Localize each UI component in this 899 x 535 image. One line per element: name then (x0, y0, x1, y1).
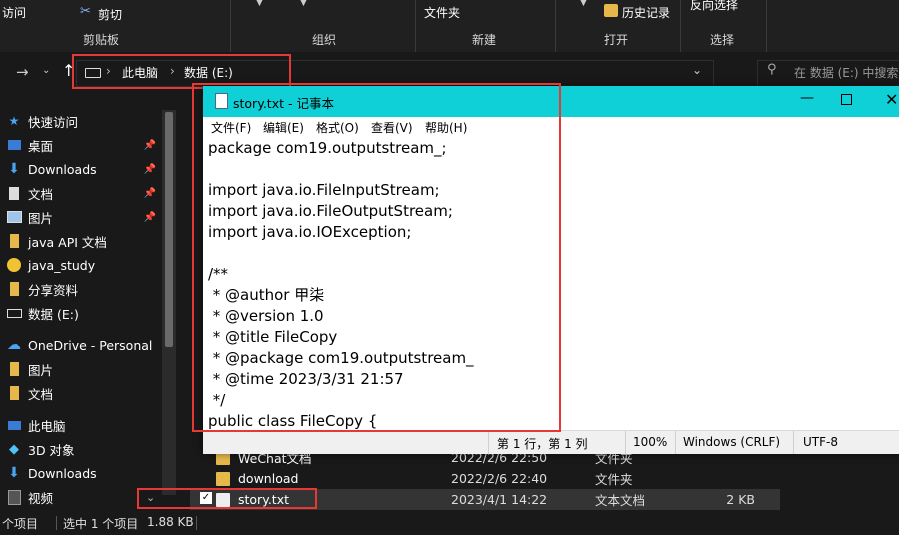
emoji-folder-icon (6, 257, 22, 273)
file-row[interactable]: download 2022/2/6 22:40 文件夹 (190, 468, 780, 489)
history-icon (604, 4, 618, 17)
file-highlight-box (137, 488, 317, 509)
pin-icon[interactable]: 📌 (144, 212, 156, 223)
sidebar-item-onedrive-pictures[interactable]: 图片 (0, 357, 176, 381)
sidebar-item-label: 文档 (28, 186, 54, 202)
sidebar-item-quick-access[interactable]: ★ 快速访问 (0, 109, 176, 133)
sidebar-item-label: 分享资料 (28, 282, 79, 298)
sidebar-item-java-api[interactable]: java API 文档 (0, 229, 176, 253)
new-folder-button[interactable]: 文件夹 (424, 4, 460, 21)
selection-size: 1.88 KB (147, 515, 194, 529)
status-bar: 个项目 选中 1 个项目 1.88 KB (0, 512, 899, 535)
invert-selection-button[interactable]: 反向选择 (690, 0, 738, 13)
sidebar-item-3d-objects[interactable]: ◆ 3D 对象 (0, 437, 176, 461)
star-icon: ★ (8, 114, 20, 128)
open-group-label: 打开 (604, 33, 629, 47)
pin-icon[interactable]: 📌 (144, 188, 156, 199)
maximize-icon[interactable] (841, 94, 852, 105)
sidebar-item-label: 图片 (28, 362, 54, 378)
line-ending: Windows (CRLF) (683, 435, 781, 449)
sidebar-item-label: Downloads (28, 161, 97, 177)
address-dropdown-icon[interactable]: ⌄ (692, 63, 702, 77)
sidebar-item-label: java_study (28, 257, 96, 273)
item-count: 个项目 (2, 517, 39, 531)
sidebar-item-share[interactable]: 分享资料 (0, 277, 176, 301)
sidebar-item-label: OneDrive - Personal (28, 337, 153, 353)
sidebar-item-onedrive-documents[interactable]: 文档 (0, 381, 176, 405)
sidebar-item-desktop[interactable]: 桌面 📌 (0, 133, 176, 157)
forward-arrow-icon[interactable]: → (16, 63, 29, 81)
sidebar-item-label: 视频 (28, 490, 54, 506)
selection-count: 选中 1 个项目 (63, 517, 139, 531)
pin-icon[interactable]: 📌 (144, 140, 156, 151)
file-date: 2022/2/6 22:40 (451, 471, 548, 486)
close-icon[interactable]: ✕ (885, 90, 898, 109)
folder-icon (6, 281, 22, 297)
recent-dropdown-icon[interactable]: ⌄ (42, 65, 50, 76)
sidebar-item-drive-e[interactable]: 数据 (E:) (0, 301, 176, 325)
sidebar-item-pictures[interactable]: 图片 📌 (0, 205, 176, 229)
access-label[interactable]: 访问 (2, 4, 26, 21)
folder-icon (6, 233, 22, 249)
folder-icon (6, 385, 22, 401)
minimize-icon[interactable]: — (800, 90, 814, 106)
notepad-highlight-box (192, 83, 561, 432)
sidebar-item-label: 3D 对象 (28, 442, 75, 458)
ribbon: 访问 ✂ 剪切 剪贴板 ▼ ▼ 组织 文件夹 新建 ▼ 历史记录 打开 反向选择… (0, 0, 899, 52)
computer-icon (6, 417, 22, 433)
folder-icon (216, 471, 230, 486)
sidebar-item-this-pc[interactable]: 此电脑 (0, 413, 176, 437)
video-icon (6, 489, 22, 505)
cube-icon: ◆ (9, 441, 19, 457)
sidebar-item-label: 文档 (28, 386, 54, 402)
document-icon (6, 185, 22, 201)
drive-icon (6, 305, 22, 321)
notepad-statusbar: 第 1 行，第 1 列 100% Windows (CRLF) UTF-8 (203, 430, 899, 454)
zoom-level: 100% (633, 435, 668, 449)
download-icon: ⬇ (8, 465, 20, 481)
sidebar-item-label: Downloads (28, 465, 97, 481)
clipboard-group-label: 剪贴板 (83, 33, 120, 47)
new-group-label: 新建 (472, 33, 497, 47)
sidebar-item-label: 桌面 (28, 138, 54, 154)
file-date: 2023/4/1 14:22 (451, 492, 548, 507)
sidebar-item-java-study[interactable]: java_study (0, 253, 176, 277)
sidebar-item-label: 快速访问 (28, 114, 79, 130)
desktop-icon (6, 137, 22, 153)
encoding: UTF-8 (803, 435, 838, 449)
search-placeholder: 在 数据 (E:) 中搜索 (794, 66, 899, 80)
sidebar-item-label: java API 文档 (28, 234, 107, 250)
chevron-down-icon[interactable]: ▼ (580, 0, 587, 8)
file-type: 文本文档 (595, 493, 646, 508)
sidebar-item-label: 数据 (E:) (28, 306, 79, 322)
picture-icon (6, 209, 22, 225)
cloud-icon: ☁ (7, 337, 21, 353)
folder-icon (6, 361, 22, 377)
pin-icon[interactable]: 📌 (144, 164, 156, 175)
sidebar-item-label: 此电脑 (28, 418, 66, 434)
sidebar-item-downloads[interactable]: ⬇ Downloads 📌 (0, 157, 176, 181)
chevron-down-icon[interactable]: ▼ (256, 0, 263, 8)
cursor-position: 第 1 行，第 1 列 (497, 437, 588, 451)
search-icon: ⚲ (767, 62, 777, 77)
sidebar-item-pc-downloads[interactable]: ⬇ Downloads (0, 461, 176, 485)
select-group-label: 选择 (710, 33, 735, 47)
sidebar-item-onedrive[interactable]: ☁ OneDrive - Personal (0, 333, 176, 357)
sidebar-item-label: 图片 (28, 210, 54, 226)
scissors-icon: ✂ (80, 4, 91, 19)
file-type: 文件夹 (595, 472, 633, 487)
download-icon: ⬇ (8, 161, 20, 177)
cut-button[interactable]: 剪切 (98, 6, 122, 23)
organize-group-label: 组织 (312, 33, 337, 47)
chevron-down-icon[interactable]: ▼ (300, 0, 307, 8)
file-name: download (238, 471, 299, 486)
sidebar-item-documents[interactable]: 文档 📌 (0, 181, 176, 205)
history-button[interactable]: 历史记录 (622, 4, 670, 21)
file-size: 2 KB (726, 492, 755, 507)
